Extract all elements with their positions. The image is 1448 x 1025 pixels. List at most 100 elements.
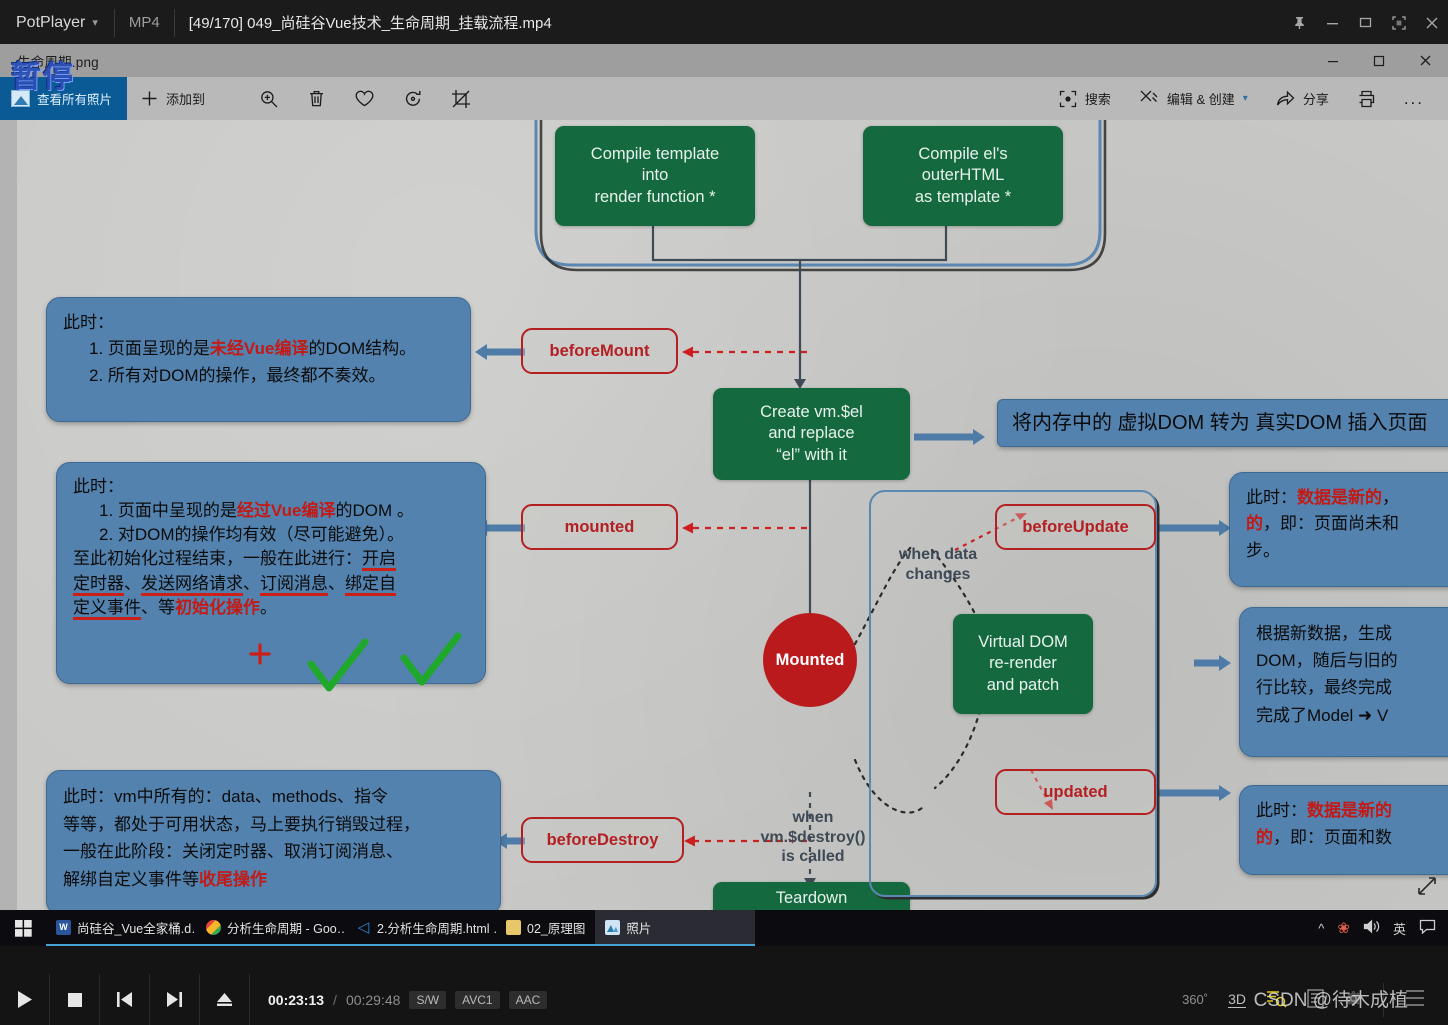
note-text: 、 [328,573,345,593]
rotate-icon[interactable] [403,89,423,109]
note-text-red: 未经Vue编译 [209,339,309,359]
search-button[interactable]: 搜索 [1045,77,1125,120]
search-icon [1059,90,1077,108]
crop-icon[interactable] [451,89,471,109]
player-seek-strip[interactable] [0,946,1448,974]
zoom-in-icon[interactable] [259,89,279,109]
image-viewer-canvas[interactable]: Compile template into render function * … [17,120,1448,910]
vr-360-button[interactable]: 360˚ [1182,992,1208,1007]
vscode-icon: ◁ [357,919,370,936]
note-text: 。 [260,597,277,617]
chip-audio-codec: AAC [508,990,548,1009]
taskbar-item-photos[interactable]: 照片 [595,910,756,946]
stereoscopic-3d-button[interactable]: 3D [1228,991,1246,1008]
note-line-3: 行比较，最终完成 [1256,678,1392,698]
note-line-1: 1. 页面中呈现的是经过Vue编译的DOM 。 [73,499,469,523]
taskbar-item-word[interactable]: W 尚硅谷_Vue全家桶.d… [46,910,196,946]
hook-label: updated [1043,782,1108,801]
note-text: ， [1382,488,1399,507]
share-button[interactable]: 分享 [1262,77,1343,120]
note-line-2: 等等，都处于可用状态，马上要执行销毁过程， [63,814,420,834]
green-box-text: Create vm.$el and replace “el” with it [760,402,863,464]
note-text-underline: 开启 [362,549,396,572]
maximize-icon[interactable] [1356,44,1402,77]
potplayer-brand-menu[interactable]: PotPlayer ▾ [0,0,114,45]
note-virtual-dom: 根据新数据，生成 DOM，随后与旧的 行比较，最终完成 完成了Model ➜ V [1239,607,1448,757]
potplayer-brand-label: PotPlayer [16,13,86,31]
note-text: 、等 [141,597,175,617]
potplayer-window-buttons [1283,0,1448,45]
mounted-state-circle: Mounted [763,613,857,707]
ime-language-indicator[interactable]: 英 [1393,919,1406,938]
windows-taskbar: W 尚硅谷_Vue全家桶.d… 分析生命周期 - Goo… ◁ 2.分析生命周期… [0,910,1448,946]
note-text: 1. 页面呈现的是 [89,339,210,359]
note-text: 的DOM结构。 [308,339,417,359]
screen-root: PotPlayer ▾ MP4 [49/170] 049_尚硅谷Vue技术_生命… [0,0,1448,1025]
label-when-data-changes: when data changes [873,545,1003,584]
note-line-3: 一般在此阶段：关闭定时器、取消订阅消息、 [63,842,403,862]
note-head: 此时： [63,313,114,332]
green-box-compile-template: Compile template into render function * [555,126,755,226]
note-line-1: 根据新数据，生成 [1256,624,1392,643]
hook-beforeUpdate: beforeUpdate [995,504,1156,550]
stop-button[interactable] [50,974,100,1025]
eject-button[interactable] [200,974,250,1025]
note-text: ，即：页面尚未和 [1263,514,1399,534]
favorite-icon[interactable] [354,89,375,108]
next-button[interactable] [150,974,200,1025]
volume-icon[interactable] [1363,919,1380,937]
taskbar-item-folder[interactable]: 02_原理图 [496,910,596,946]
fullscreen-toggle-icon[interactable] [1404,988,1442,1011]
maximize-icon[interactable] [1349,0,1382,46]
flower-icon[interactable]: ❀ [1337,919,1350,937]
taskbar-item-vscode[interactable]: ◁ 2.分析生命周期.html … [346,910,496,946]
minimize-icon[interactable] [1316,0,1349,46]
system-tray: ^ ❀ 英 [1318,919,1448,938]
delete-icon[interactable] [307,89,326,108]
more-options-button[interactable]: ... [1390,77,1438,120]
close-icon[interactable] [1415,0,1448,46]
time-separator: / [333,991,337,1008]
note-line-2: 的，即：页面尚未和 [1246,511,1448,537]
note-text-red: 的 [1256,827,1273,847]
print-button[interactable] [1343,77,1390,120]
note-text-red: 数据是新的 [1297,488,1382,507]
pin-icon[interactable] [1283,0,1316,46]
chevron-down-icon: ▾ [1242,93,1248,104]
notification-icon[interactable] [1419,919,1436,937]
play-button[interactable] [0,974,50,1025]
note-text-underline: 发送网络请求 [141,573,243,596]
windows-start-icon[interactable] [0,910,46,946]
chevron-down-icon: ▾ [92,17,98,29]
hook-label: beforeUpdate [1022,517,1129,536]
note-text-red: 初始化操作 [175,597,260,617]
chrome-icon [206,919,221,935]
close-icon[interactable] [1402,44,1448,77]
minimize-icon[interactable] [1310,44,1356,77]
resize-handle[interactable] [1416,875,1438,902]
chip-video-codec: AVC1 [455,990,500,1009]
hook-updated: updated [995,769,1156,815]
csdn-watermark: CSDN @待木成植 [1253,990,1408,1011]
taskbar-item-label: 分析生命周期 - Goo… [227,921,346,936]
add-to-button[interactable]: 添加到 [127,77,219,120]
hook-label: beforeMount [549,341,650,360]
previous-button[interactable] [100,974,150,1025]
hook-mounted: mounted [521,504,678,550]
taskbar-item-chrome[interactable]: 分析生命周期 - Goo… [196,910,346,946]
fullscreen-icon[interactable] [1382,0,1415,46]
player-controls: 00:23:13 / 00:29:48 S/W AVC1 AAC 360˚ 3D [0,974,1448,1025]
view-all-photos-button[interactable]: 查看所有照片 [0,77,127,120]
note-text: 、 [243,573,260,593]
edit-create-button[interactable]: 编辑 & 创建 ▾ [1125,77,1262,120]
word-icon: W [56,919,71,935]
photos-toolbar-center [259,89,471,109]
label-text: when vm.$destroy() is called [760,809,866,866]
note-text-underline: 订阅消息 [260,573,328,596]
folder-icon [506,919,521,935]
note-text-red: 收尾操作 [199,869,267,889]
green-box-text: Compile template into render function * [590,144,720,206]
current-time: 00:23:13 [268,991,325,1008]
label-text: when data changes [898,546,978,583]
chevron-up-icon[interactable]: ^ [1318,921,1324,936]
